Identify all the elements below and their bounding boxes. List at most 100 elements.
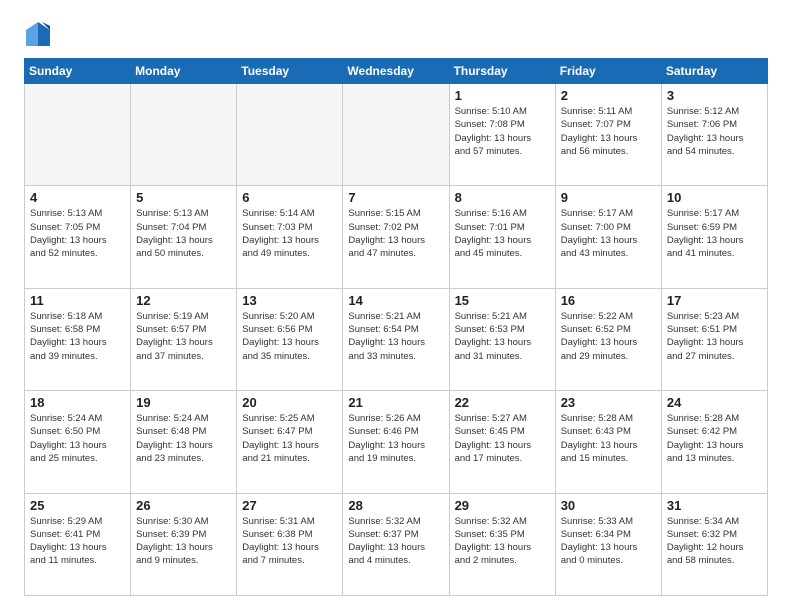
day-number: 17 xyxy=(667,293,762,308)
day-info: Sunrise: 5:25 AMSunset: 6:47 PMDaylight:… xyxy=(242,412,337,465)
calendar-cell xyxy=(237,84,343,186)
day-info: Sunrise: 5:32 AMSunset: 6:35 PMDaylight:… xyxy=(455,515,550,568)
day-number: 7 xyxy=(348,190,443,205)
calendar-cell: 25 Sunrise: 5:29 AMSunset: 6:41 PMDayligh… xyxy=(25,493,131,595)
calendar-cell: 9 Sunrise: 5:17 AMSunset: 7:00 PMDaylight… xyxy=(555,186,661,288)
calendar-cell: 20 Sunrise: 5:25 AMSunset: 6:47 PMDayligh… xyxy=(237,391,343,493)
calendar-cell: 30 Sunrise: 5:33 AMSunset: 6:34 PMDayligh… xyxy=(555,493,661,595)
day-info: Sunrise: 5:12 AMSunset: 7:06 PMDaylight:… xyxy=(667,105,762,158)
calendar-week-row: 11 Sunrise: 5:18 AMSunset: 6:58 PMDayligh… xyxy=(25,288,768,390)
day-info: Sunrise: 5:17 AMSunset: 6:59 PMDaylight:… xyxy=(667,207,762,260)
day-number: 15 xyxy=(455,293,550,308)
day-number: 31 xyxy=(667,498,762,513)
calendar-cell: 12Sunrise: 5:19 AMSunset: 6:57 PMDayligh… xyxy=(131,288,237,390)
day-info: Sunrise: 5:33 AMSunset: 6:34 PMDaylight:… xyxy=(561,515,656,568)
day-number: 9 xyxy=(561,190,656,205)
day-number: 11 xyxy=(30,293,125,308)
calendar-cell: 10 Sunrise: 5:17 AMSunset: 6:59 PMDayligh… xyxy=(661,186,767,288)
day-number: 25 xyxy=(30,498,125,513)
day-info: Sunrise: 5:21 AMSunset: 6:53 PMDaylight:… xyxy=(455,310,550,363)
calendar-cell: 14 Sunrise: 5:21 AMSunset: 6:54 PMDayligh… xyxy=(343,288,449,390)
day-info: Sunrise: 5:28 AMSunset: 6:42 PMDaylight:… xyxy=(667,412,762,465)
weekday-header: Monday xyxy=(131,59,237,84)
calendar-week-row: 18 Sunrise: 5:24 AMSunset: 6:50 PMDayligh… xyxy=(25,391,768,493)
day-info: Sunrise: 5:17 AMSunset: 7:00 PMDaylight:… xyxy=(561,207,656,260)
weekday-header: Thursday xyxy=(449,59,555,84)
calendar-cell: 24 Sunrise: 5:28 AMSunset: 6:42 PMDayligh… xyxy=(661,391,767,493)
calendar-week-row: 4Sunrise: 5:13 AMSunset: 7:05 PMDaylight… xyxy=(25,186,768,288)
calendar-cell: 18 Sunrise: 5:24 AMSunset: 6:50 PMDayligh… xyxy=(25,391,131,493)
calendar-cell: 6Sunrise: 5:14 AMSunset: 7:03 PMDaylight… xyxy=(237,186,343,288)
day-number: 5 xyxy=(136,190,231,205)
logo xyxy=(24,20,56,48)
day-info: Sunrise: 5:26 AMSunset: 6:46 PMDaylight:… xyxy=(348,412,443,465)
day-number: 28 xyxy=(348,498,443,513)
calendar-cell: 2Sunrise: 5:11 AMSunset: 7:07 PMDaylight… xyxy=(555,84,661,186)
header xyxy=(24,20,768,48)
day-info: Sunrise: 5:24 AMSunset: 6:50 PMDaylight:… xyxy=(30,412,125,465)
day-info: Sunrise: 5:10 AMSunset: 7:08 PMDaylight:… xyxy=(455,105,550,158)
day-info: Sunrise: 5:15 AMSunset: 7:02 PMDaylight:… xyxy=(348,207,443,260)
day-info: Sunrise: 5:29 AMSunset: 6:41 PMDaylight:… xyxy=(30,515,125,568)
day-info: Sunrise: 5:20 AMSunset: 6:56 PMDaylight:… xyxy=(242,310,337,363)
day-number: 18 xyxy=(30,395,125,410)
calendar-header-row: SundayMondayTuesdayWednesdayThursdayFrid… xyxy=(25,59,768,84)
day-info: Sunrise: 5:24 AMSunset: 6:48 PMDaylight:… xyxy=(136,412,231,465)
day-number: 12 xyxy=(136,293,231,308)
weekday-header: Friday xyxy=(555,59,661,84)
calendar-cell xyxy=(25,84,131,186)
calendar-cell: 7 Sunrise: 5:15 AMSunset: 7:02 PMDaylight… xyxy=(343,186,449,288)
weekday-header: Tuesday xyxy=(237,59,343,84)
calendar-cell: 8 Sunrise: 5:16 AMSunset: 7:01 PMDaylight… xyxy=(449,186,555,288)
calendar-cell: 28 Sunrise: 5:32 AMSunset: 6:37 PMDayligh… xyxy=(343,493,449,595)
day-number: 13 xyxy=(242,293,337,308)
day-number: 30 xyxy=(561,498,656,513)
day-number: 27 xyxy=(242,498,337,513)
calendar-cell: 3 Sunrise: 5:12 AMSunset: 7:06 PMDaylight… xyxy=(661,84,767,186)
page: SundayMondayTuesdayWednesdayThursdayFrid… xyxy=(0,0,792,612)
calendar-cell: 21 Sunrise: 5:26 AMSunset: 6:46 PMDayligh… xyxy=(343,391,449,493)
day-number: 19 xyxy=(136,395,231,410)
day-info: Sunrise: 5:34 AMSunset: 6:32 PMDaylight:… xyxy=(667,515,762,568)
day-number: 8 xyxy=(455,190,550,205)
calendar-cell: 23Sunrise: 5:28 AMSunset: 6:43 PMDayligh… xyxy=(555,391,661,493)
calendar-week-row: 25 Sunrise: 5:29 AMSunset: 6:41 PMDayligh… xyxy=(25,493,768,595)
weekday-header: Sunday xyxy=(25,59,131,84)
day-info: Sunrise: 5:16 AMSunset: 7:01 PMDaylight:… xyxy=(455,207,550,260)
day-info: Sunrise: 5:13 AMSunset: 7:05 PMDaylight:… xyxy=(30,207,125,260)
day-info: Sunrise: 5:13 AMSunset: 7:04 PMDaylight:… xyxy=(136,207,231,260)
day-info: Sunrise: 5:22 AMSunset: 6:52 PMDaylight:… xyxy=(561,310,656,363)
day-info: Sunrise: 5:27 AMSunset: 6:45 PMDaylight:… xyxy=(455,412,550,465)
day-number: 29 xyxy=(455,498,550,513)
day-number: 24 xyxy=(667,395,762,410)
day-number: 16 xyxy=(561,293,656,308)
day-number: 23 xyxy=(561,395,656,410)
calendar-cell: 19 Sunrise: 5:24 AMSunset: 6:48 PMDayligh… xyxy=(131,391,237,493)
day-number: 26 xyxy=(136,498,231,513)
day-info: Sunrise: 5:18 AMSunset: 6:58 PMDaylight:… xyxy=(30,310,125,363)
calendar-cell: 16 Sunrise: 5:22 AMSunset: 6:52 PMDayligh… xyxy=(555,288,661,390)
day-number: 10 xyxy=(667,190,762,205)
day-number: 14 xyxy=(348,293,443,308)
calendar-cell xyxy=(131,84,237,186)
day-number: 3 xyxy=(667,88,762,103)
day-number: 22 xyxy=(455,395,550,410)
day-number: 20 xyxy=(242,395,337,410)
calendar-cell: 4Sunrise: 5:13 AMSunset: 7:05 PMDaylight… xyxy=(25,186,131,288)
day-info: Sunrise: 5:11 AMSunset: 7:07 PMDaylight:… xyxy=(561,105,656,158)
calendar-cell: 13 Sunrise: 5:20 AMSunset: 6:56 PMDayligh… xyxy=(237,288,343,390)
day-info: Sunrise: 5:31 AMSunset: 6:38 PMDaylight:… xyxy=(242,515,337,568)
day-number: 21 xyxy=(348,395,443,410)
calendar-cell: 22 Sunrise: 5:27 AMSunset: 6:45 PMDayligh… xyxy=(449,391,555,493)
day-info: Sunrise: 5:23 AMSunset: 6:51 PMDaylight:… xyxy=(667,310,762,363)
day-info: Sunrise: 5:21 AMSunset: 6:54 PMDaylight:… xyxy=(348,310,443,363)
calendar-cell: 1 Sunrise: 5:10 AMSunset: 7:08 PMDaylight… xyxy=(449,84,555,186)
weekday-header: Saturday xyxy=(661,59,767,84)
calendar-cell: 27 Sunrise: 5:31 AMSunset: 6:38 PMDayligh… xyxy=(237,493,343,595)
day-info: Sunrise: 5:32 AMSunset: 6:37 PMDaylight:… xyxy=(348,515,443,568)
day-number: 1 xyxy=(455,88,550,103)
calendar-week-row: 1 Sunrise: 5:10 AMSunset: 7:08 PMDaylight… xyxy=(25,84,768,186)
day-info: Sunrise: 5:14 AMSunset: 7:03 PMDaylight:… xyxy=(242,207,337,260)
calendar-cell xyxy=(343,84,449,186)
day-info: Sunrise: 5:30 AMSunset: 6:39 PMDaylight:… xyxy=(136,515,231,568)
